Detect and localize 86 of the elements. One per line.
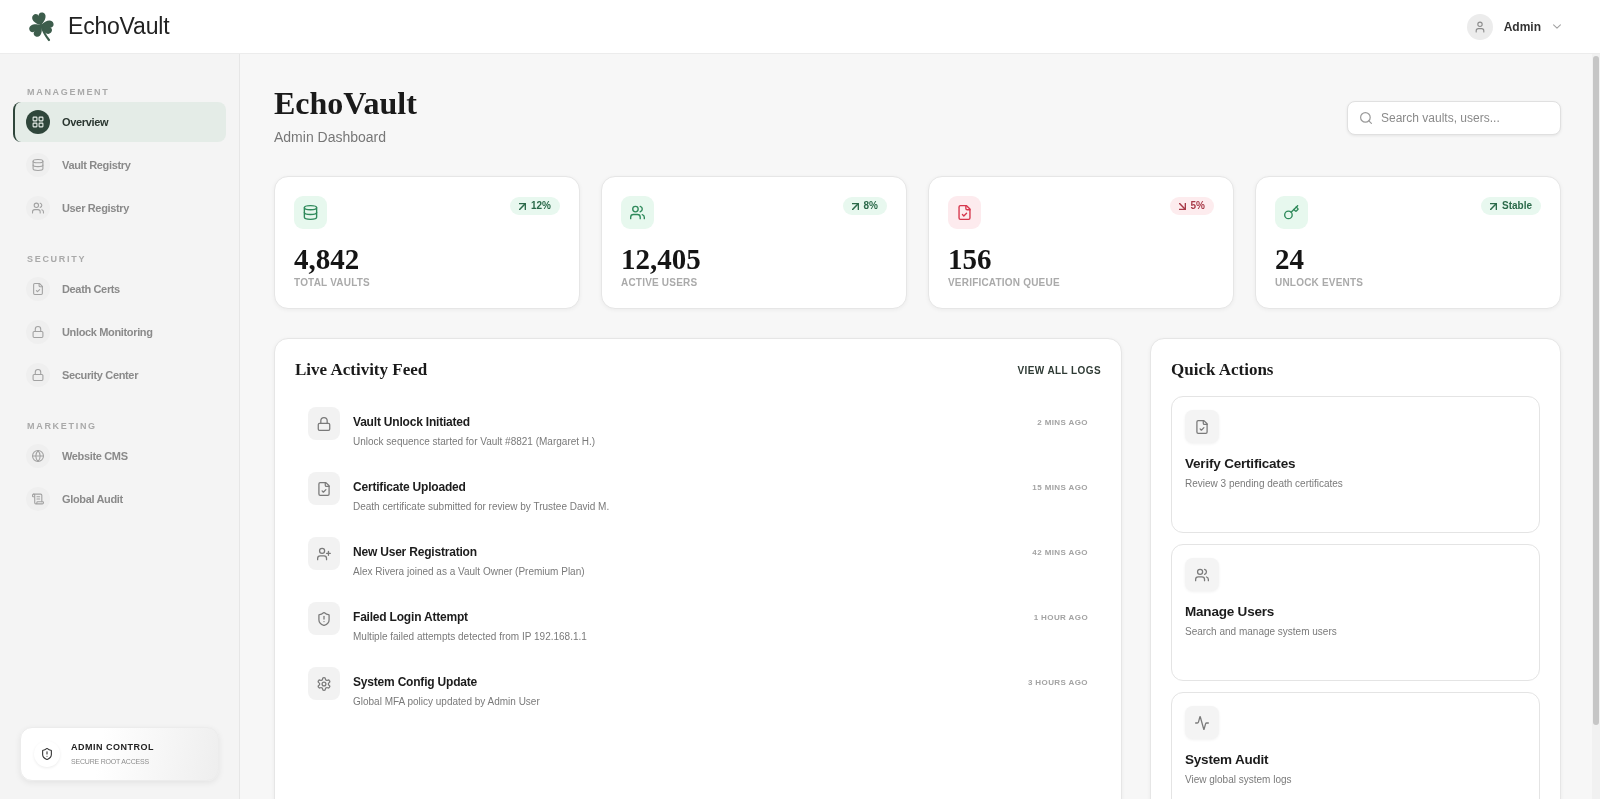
stat-value: 156 (948, 243, 993, 275)
action-description: View global system logs (1185, 773, 1292, 787)
arrow-up-right-icon (851, 202, 859, 210)
key-icon (1275, 196, 1308, 229)
action-description: Review 3 pending death certificates (1185, 477, 1343, 491)
activity-time: 3 HOURS AGO (1027, 677, 1088, 689)
users-icon (26, 196, 50, 220)
section-label: SECURITY (27, 254, 87, 265)
clover-icon (27, 11, 55, 42)
activity-time: 2 MINS AGO (1037, 417, 1088, 429)
stat-label: UNLOCK EVENTS (1275, 277, 1365, 289)
database-icon (294, 196, 327, 229)
lock-icon (308, 407, 340, 440)
admin-control-title: ADMIN CONTROL (71, 742, 154, 753)
action-card[interactable]: System Audit View global system logs (1171, 692, 1540, 799)
arrow-down-right-icon (1178, 202, 1186, 210)
shield-alert-icon (308, 602, 340, 635)
file-check-icon (308, 472, 340, 505)
activity-description: Global MFA policy updated by Admin User (353, 695, 540, 709)
lock-icon (26, 363, 50, 387)
stat-label: VERIFICATION QUEUE (948, 277, 1061, 289)
activity-description: Multiple failed attempts detected from IP 192.168.1.1 (353, 630, 587, 644)
nav-item[interactable]: Global Audit (13, 479, 135, 519)
action-title: System Audit (1185, 751, 1269, 769)
scrollbar-thumb[interactable] (1593, 56, 1599, 725)
trend-value: 5% (1190, 200, 1205, 212)
activity-time: 42 MINS AGO (1032, 547, 1088, 559)
file-check-icon (26, 277, 50, 301)
trend-value: Stable (1502, 200, 1532, 212)
nav-item[interactable]: Death Certs (13, 269, 132, 309)
arrow-up-right-icon (519, 202, 526, 210)
lock-icon (26, 320, 50, 344)
stat-value: 12,405 (621, 243, 702, 275)
nav-item[interactable]: Vault Registry (13, 145, 143, 185)
users-icon (621, 196, 654, 229)
nav-item[interactable]: Security Center (13, 355, 151, 395)
activity-title: Vault Unlock Initiated (353, 414, 470, 431)
activity-time: 1 HOUR AGO (1033, 612, 1088, 624)
trend-value: 12% (531, 200, 551, 212)
panel-title: Quick Actions (1171, 359, 1275, 381)
page-subtitle: Admin Dashboard (274, 129, 388, 146)
action-card[interactable]: Manage Users Search and manage system users (1171, 544, 1540, 681)
activity-description: Alex Rivera joined as a Vault Owner (Premium Plan) (353, 565, 585, 579)
nav-item[interactable]: Overview (13, 102, 226, 142)
section-label: MANAGEMENT (27, 87, 110, 98)
stat-value: 24 (1275, 243, 1305, 275)
activity-title: Certificate Uploaded (353, 479, 466, 496)
pulse-icon (1185, 706, 1219, 739)
activity-title: New User Registration (353, 544, 477, 561)
user-menu[interactable]: Admin (1466, 13, 1561, 40)
shield-alert-icon (34, 741, 60, 767)
action-description: Search and manage system users (1185, 625, 1337, 639)
activity-description: Death certificate submitted for review by Trustee David M. (353, 500, 610, 514)
action-title: Manage Users (1185, 603, 1275, 621)
arrow-up-right-icon (1490, 202, 1497, 210)
brand-name: EchoVault (68, 13, 170, 40)
trend-value: 8% (863, 200, 878, 212)
action-title: Verify Certificates (1185, 455, 1296, 473)
file-check-icon (1185, 410, 1219, 443)
action-card[interactable]: Verify Certificates Review 3 pending death certificates (1171, 396, 1540, 533)
page-title: EchoVault (274, 86, 417, 121)
scroll-icon (26, 487, 50, 511)
nav-item[interactable]: User Registry (13, 188, 141, 228)
grid-icon (26, 110, 50, 134)
panel-title: Live Activity Feed (295, 359, 428, 381)
activity-title: Failed Login Attempt (353, 609, 468, 626)
search-icon (1360, 112, 1372, 124)
activity-time: 15 MINS AGO (1032, 482, 1088, 494)
search-field[interactable]: Search vaults, users... (1347, 101, 1561, 135)
section-label: MARKETING (27, 421, 97, 432)
activity-description: Unlock sequence started for Vault #8821 (Margaret H.) (353, 435, 596, 449)
activity-title: System Config Update (353, 674, 478, 691)
stat-value: 4,842 (294, 243, 361, 275)
gear-icon (308, 667, 340, 700)
database-icon (26, 153, 50, 177)
stat-label: ACTIVE USERS (621, 277, 699, 289)
view-all-logs-link[interactable]: VIEW ALL LOGS (1017, 364, 1101, 376)
nav-item[interactable]: Website CMS (13, 436, 140, 476)
avatar-icon (1466, 13, 1493, 40)
user-plus-icon (308, 537, 340, 570)
globe-icon (26, 444, 50, 468)
file-check-icon (948, 196, 981, 229)
nav-item[interactable]: Unlock Monitoring (13, 312, 165, 352)
chevron-down-icon (1553, 24, 1561, 29)
stat-label: TOTAL VAULTS (294, 277, 371, 289)
users-icon (1185, 558, 1219, 591)
